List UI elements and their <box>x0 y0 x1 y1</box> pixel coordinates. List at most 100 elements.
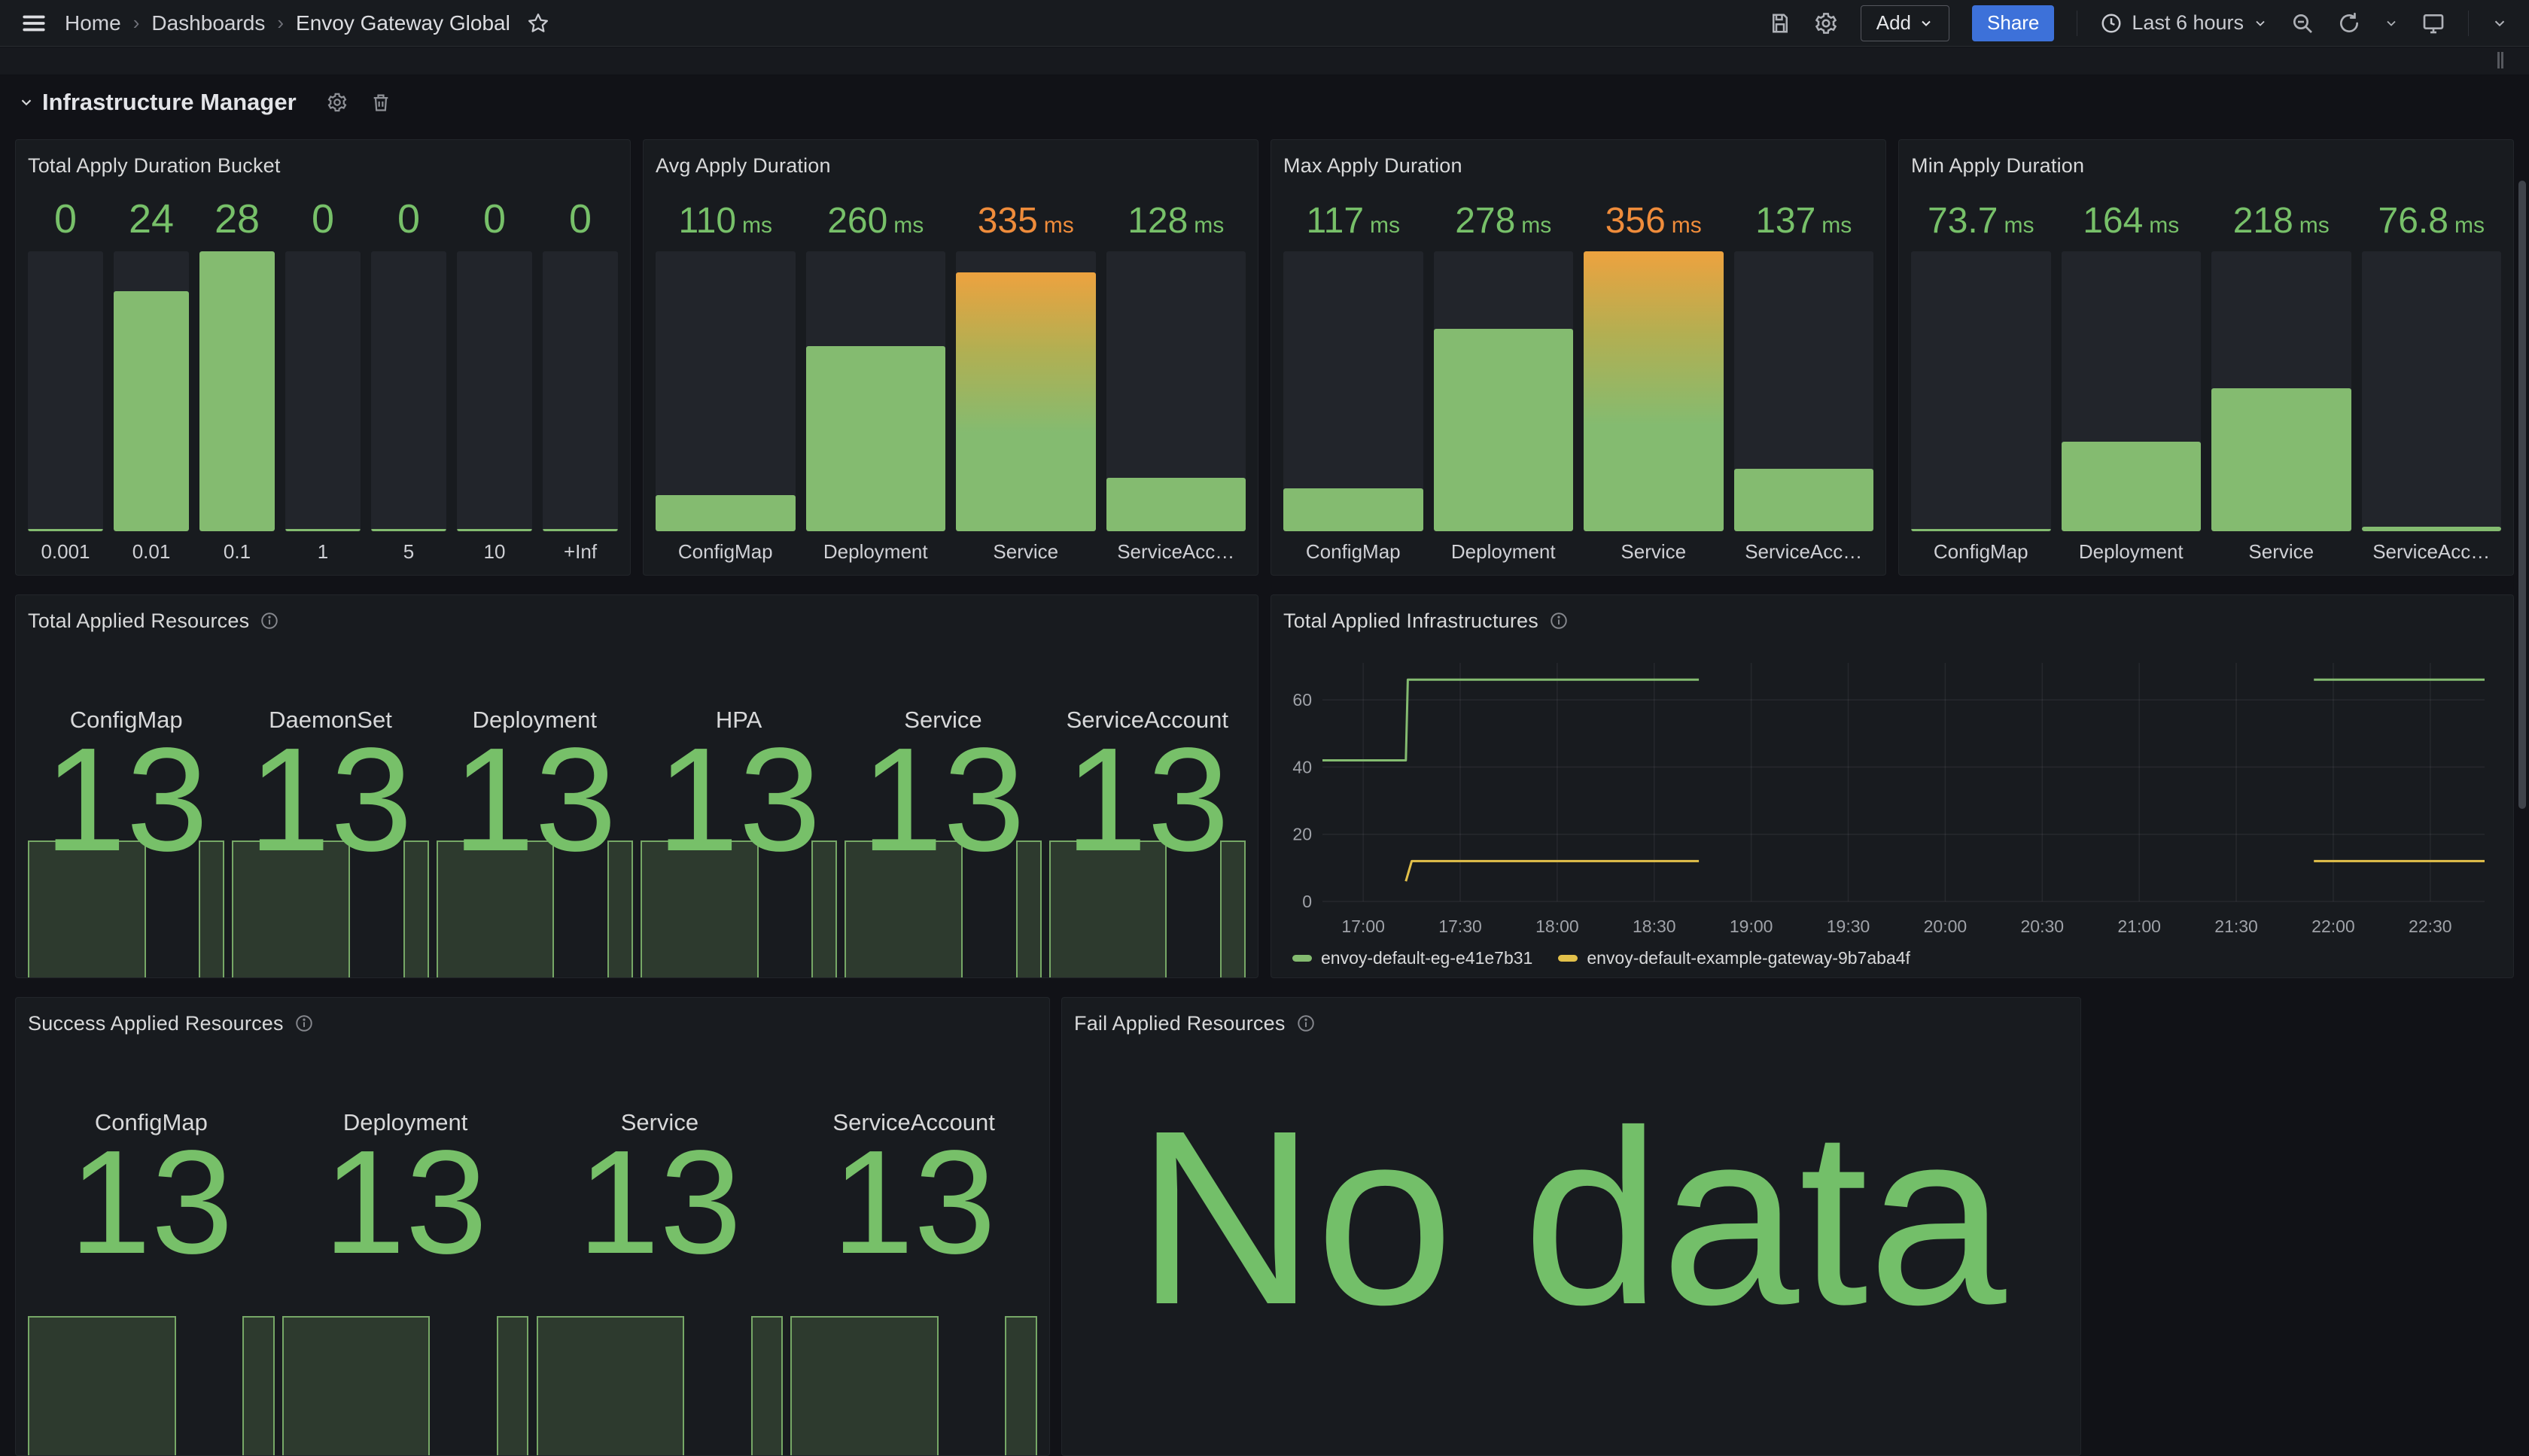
bar-fill <box>2211 388 2351 531</box>
bar-fill <box>1434 329 1574 531</box>
bar-gauge-column: 164msDeployment <box>2062 182 2202 566</box>
stat-value: 13 <box>69 1142 233 1263</box>
x-axis-tick-label: 20:00 <box>1924 916 1968 936</box>
panel-title[interactable]: Total Applied Resources <box>28 609 249 633</box>
stat-value: 13 <box>1065 740 1229 861</box>
row-toggle-infrastructure-manager[interactable]: Infrastructure Manager <box>18 89 297 116</box>
page-scrollbar-thumb[interactable] <box>2518 181 2526 809</box>
bar-value-unit: ms <box>1672 213 1702 239</box>
bar-fill <box>1734 469 1874 531</box>
stat-cell: ConfigMap13 <box>28 637 224 977</box>
bar-value: 0 <box>28 182 103 251</box>
info-icon[interactable] <box>1296 1014 1316 1033</box>
x-axis-tick-label: 19:30 <box>1827 916 1870 936</box>
bar-value-unit: ms <box>2004 213 2034 239</box>
bar-track <box>956 251 1096 531</box>
info-icon[interactable] <box>294 1014 314 1033</box>
bar-value: 0 <box>285 182 361 251</box>
panel-total-applied-infrastructures: Total Applied Infrastructures 020406017:… <box>1271 594 2514 978</box>
kiosk-mode-icon[interactable] <box>2421 11 2445 35</box>
bar-value-number: 278 <box>1455 203 1515 239</box>
chevron-down-icon <box>1919 16 1934 31</box>
sparkline-segment <box>751 1316 784 1455</box>
bar-track <box>285 251 361 531</box>
chevron-down-icon <box>18 94 35 111</box>
bar-value-number: 117 <box>1306 203 1364 239</box>
star-icon[interactable] <box>527 12 549 35</box>
panel-title[interactable]: Success Applied Resources <box>28 1012 284 1035</box>
x-axis-tick-label: 21:00 <box>2117 916 2161 936</box>
panel-title[interactable]: Fail Applied Resources <box>1074 1012 1286 1035</box>
save-dashboard-icon[interactable] <box>1769 12 1791 35</box>
share-button[interactable]: Share <box>1972 5 2054 41</box>
partial-panel-above <box>0 47 2529 75</box>
breadcrumb-home[interactable]: Home <box>65 11 121 35</box>
stat-grid: ConfigMap13DaemonSet13Deployment13HPA13S… <box>28 637 1246 977</box>
row-settings-icon[interactable] <box>327 92 348 113</box>
panel-title[interactable]: Avg Apply Duration <box>656 154 831 178</box>
y-axis-tick-label: 0 <box>1302 892 1312 911</box>
bar-gauge-column: 76.8msServiceAcc… <box>2362 182 2502 566</box>
legend-item[interactable]: envoy-default-eg-e41e7b31 <box>1292 948 1532 968</box>
clock-icon <box>2100 12 2123 35</box>
stat-cell: HPA13 <box>641 637 837 977</box>
bar-gauge-column: 0+Inf <box>543 182 618 566</box>
bar-value-number: 356 <box>1605 203 1666 239</box>
stat-value: 13 <box>324 1142 488 1263</box>
legend-item[interactable]: envoy-default-example-gateway-9b7aba4f <box>1558 948 1910 968</box>
breadcrumb-dashboards[interactable]: Dashboards <box>151 11 265 35</box>
x-axis-tick-label: 20:30 <box>2021 916 2065 936</box>
menu-icon[interactable] <box>21 11 47 36</box>
row-delete-icon[interactable] <box>370 92 391 113</box>
bar-value: 260ms <box>806 182 946 251</box>
bar-gauge-column: 01 <box>285 182 361 566</box>
bar-category-label: Service <box>2211 540 2351 566</box>
y-axis-tick-label: 20 <box>1292 825 1312 844</box>
dashboard-settings-icon[interactable] <box>1814 11 1838 35</box>
breadcrumb-separator: › <box>133 11 140 35</box>
bar-gauge: 110msConfigMap260msDeployment335msServic… <box>656 182 1246 566</box>
bar-value-unit: ms <box>2299 213 2330 239</box>
panel-title[interactable]: Total Apply Duration Bucket <box>28 154 281 178</box>
bar-track <box>371 251 446 531</box>
stat-cell: Service13 <box>537 1040 784 1455</box>
bar-value: 0 <box>371 182 446 251</box>
time-range-picker[interactable]: Last 6 hours <box>2100 11 2268 35</box>
bar-value-number: 0 <box>397 199 420 239</box>
bar-track <box>1734 251 1874 531</box>
series-line-green <box>1322 679 1699 760</box>
info-icon[interactable] <box>260 611 279 631</box>
bar-fill <box>28 529 103 531</box>
chevron-down-icon <box>2253 16 2268 31</box>
bar-value-number: 137 <box>1755 203 1815 239</box>
x-axis-tick-label: 22:30 <box>2409 916 2452 936</box>
info-icon[interactable] <box>1549 611 1569 631</box>
sparkline-segment <box>242 1316 275 1455</box>
refresh-interval-chevron-icon[interactable] <box>2384 16 2399 31</box>
bar-gauge: 73.7msConfigMap164msDeployment218msServi… <box>1911 182 2501 566</box>
bar-value-unit: ms <box>1521 213 1551 239</box>
add-button[interactable]: Add <box>1861 5 1949 41</box>
sparkline-segment <box>1005 1316 1037 1455</box>
bar-fill <box>1106 478 1246 531</box>
bar-value: 0 <box>457 182 532 251</box>
bar-gauge-column: 356msService <box>1584 182 1724 566</box>
panel-title[interactable]: Max Apply Duration <box>1283 154 1462 178</box>
bar-fill <box>1911 529 2051 531</box>
bar-fill <box>285 529 361 531</box>
bar-track <box>1283 251 1423 531</box>
panel-title[interactable]: Min Apply Duration <box>1911 154 2084 178</box>
refresh-icon[interactable] <box>2337 11 2361 35</box>
stat-sparkline <box>537 1316 784 1455</box>
x-axis-tick-label: 22:00 <box>2311 916 2355 936</box>
toolbar-chevron-down-icon[interactable] <box>2491 15 2508 32</box>
bar-gauge-column: 110msConfigMap <box>656 182 796 566</box>
time-range-label: Last 6 hours <box>2132 11 2244 35</box>
bar-value-number: 128 <box>1128 203 1188 239</box>
sparkline-segment <box>282 1316 431 1455</box>
bar-value-number: 76.8 <box>2378 203 2448 239</box>
panel-title[interactable]: Total Applied Infrastructures <box>1283 609 1538 633</box>
sparkline-segment <box>790 1316 939 1455</box>
bar-category-label: ServiceAcc… <box>1106 540 1246 566</box>
zoom-out-icon[interactable] <box>2290 11 2314 35</box>
